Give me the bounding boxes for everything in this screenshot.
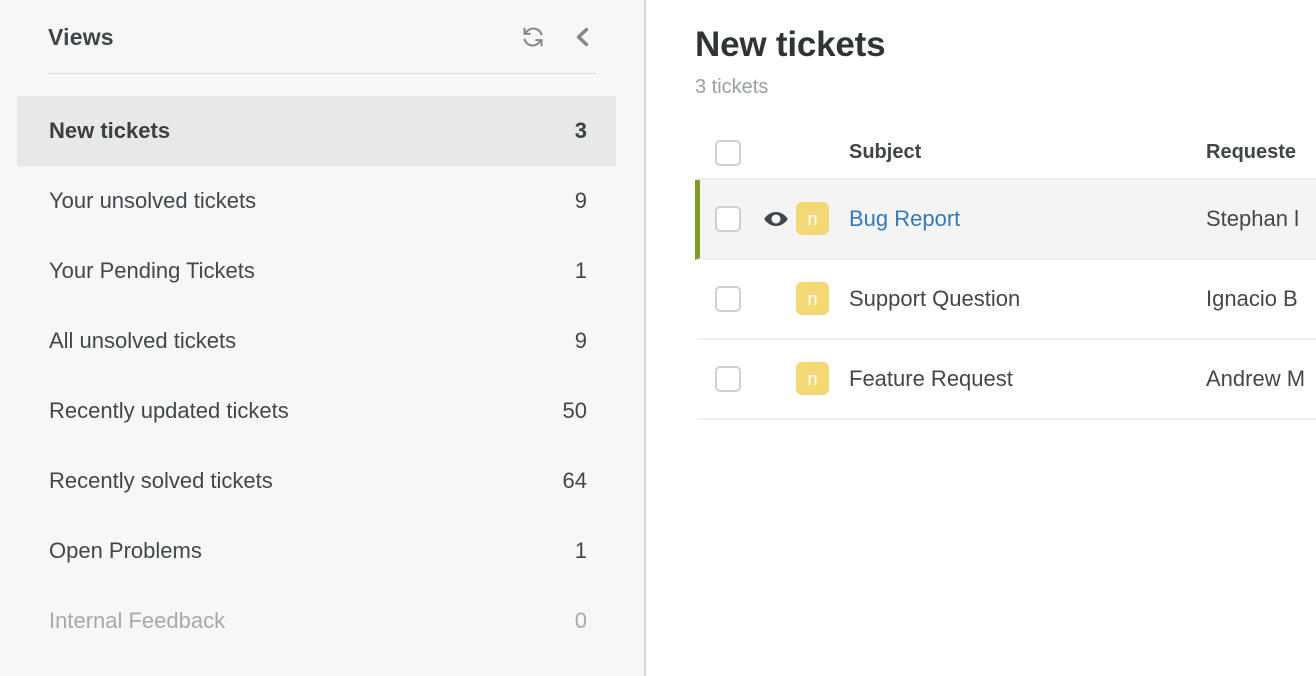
sidebar-item-label: Your Pending Tickets [49,258,255,284]
ticket-subject-link[interactable]: Support Question [849,286,1020,311]
row-checkbox[interactable] [715,366,741,392]
sidebar-item-all-unsolved-tickets[interactable]: All unsolved tickets 9 [17,306,616,376]
requester-cell: Andrew M [1206,366,1316,392]
sidebar-item-label: Recently solved tickets [49,468,273,494]
collapse-icon[interactable] [570,24,596,50]
sidebar-item-open-problems[interactable]: Open Problems 1 [17,516,616,586]
sidebar-item-label: New tickets [49,118,170,144]
row-checkbox[interactable] [715,286,741,312]
column-header-subject-label: Subject [849,141,921,163]
row-select-cell [700,286,756,312]
sidebar-item-count: 50 [563,398,587,424]
views-sidebar: Views New tickets3You [0,0,646,676]
sidebar-item-count: 0 [575,608,587,634]
table-row[interactable]: n Support Question Ignacio B [695,260,1316,340]
select-all-checkbox[interactable] [715,140,741,166]
sidebar-header-divider [48,73,596,74]
ticket-subject-link[interactable]: Bug Report [849,206,960,231]
eye-icon[interactable] [756,206,796,232]
requester-name: Andrew M [1206,366,1305,391]
status-badge-cell: n [796,362,846,395]
row-checkbox[interactable] [715,206,741,232]
requester-cell: Stephan l [1206,206,1316,232]
sidebar-item-count: 64 [563,468,587,494]
column-header-requester-label: Requeste [1206,141,1296,163]
table-header-row: Subject Requeste [695,128,1316,180]
sidebar-item-label: All unsolved tickets [49,328,236,354]
sidebar-item-internal-feedback[interactable]: Internal Feedback 0 [17,586,616,656]
tickets-main-panel: New tickets 3 tickets Subject Requeste n… [646,0,1316,676]
sidebar-item-label: Your unsolved tickets [49,188,256,214]
sidebar-item-count: 1 [575,258,587,284]
table-body: n Bug Report Stephan l n Support Question Ign… [695,180,1316,420]
subject-cell: Support Question [846,286,1206,312]
sidebar-item-count: 3 [575,118,587,144]
table-row[interactable]: n Bug Report Stephan l [695,180,1316,260]
sidebar-item-your-pending-tickets[interactable]: Your Pending Tickets 1 [17,236,616,306]
requester-name: Ignacio B [1206,286,1298,311]
tickets-table: Subject Requeste n Bug Report Stephan l n Su… [695,128,1316,420]
sidebar-header-actions [520,24,596,50]
ticket-subject-link[interactable]: Feature Request [849,366,1013,391]
subject-cell: Bug Report [846,206,1206,232]
sidebar-item-recently-solved-tickets[interactable]: Recently solved tickets 64 [17,446,616,516]
status-badge-cell: n [796,282,846,315]
sidebar-item-new-tickets[interactable]: New tickets 3 [17,96,616,166]
refresh-icon[interactable] [520,24,546,50]
sidebar-item-count: 9 [575,188,587,214]
status-badge: n [796,202,829,235]
sidebar-item-count: 1 [575,538,587,564]
sidebar-item-your-unsolved-tickets[interactable]: Your unsolved tickets 9 [17,166,616,236]
select-all-cell [700,140,756,166]
sidebar-header: Views [0,0,644,74]
sidebar-item-recently-updated-tickets[interactable]: Recently updated tickets 50 [17,376,616,446]
subject-cell: Feature Request [846,366,1206,392]
row-select-cell [700,366,756,392]
app-root: Views New tickets3You [0,0,1316,676]
row-select-cell [700,206,756,232]
sidebar-item-label: Internal Feedback [49,608,225,634]
sidebar-title: Views [48,24,114,51]
status-badge: n [796,362,829,395]
sidebar-item-label: Recently updated tickets [49,398,289,424]
page-title: New tickets [695,26,1316,65]
table-row[interactable]: n Feature Request Andrew M [695,340,1316,420]
ticket-count-subtitle: 3 tickets [695,76,1316,99]
column-header-requester[interactable]: Requeste [1206,141,1316,164]
column-header-subject[interactable]: Subject [846,141,1206,164]
sidebar-item-count: 9 [575,328,587,354]
status-badge-cell: n [796,202,846,235]
requester-cell: Ignacio B [1206,286,1316,312]
requester-name: Stephan l [1206,206,1299,231]
views-list: New tickets 3 Your unsolved tickets 9 Your P… [0,74,644,656]
sidebar-item-label: Open Problems [49,538,202,564]
status-badge: n [796,282,829,315]
